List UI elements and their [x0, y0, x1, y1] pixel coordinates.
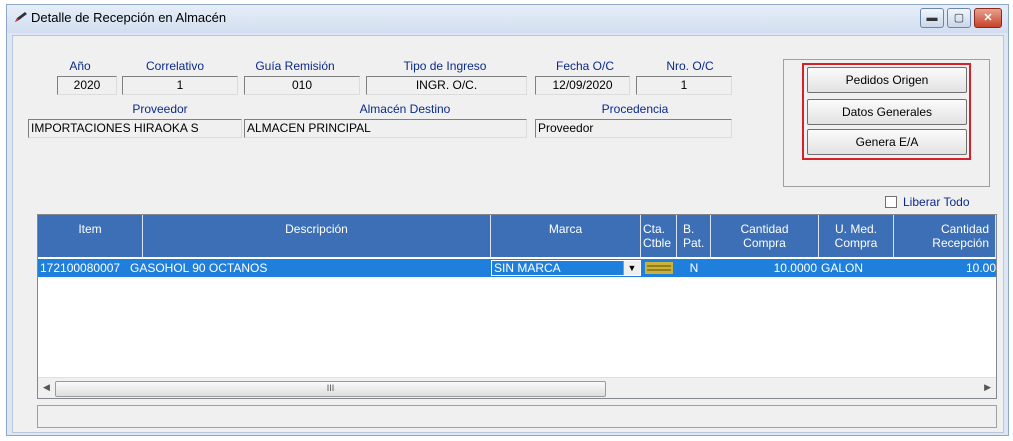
- anio-label: Año: [69, 59, 91, 73]
- column-header-descripcion[interactable]: Descripción: [143, 215, 491, 257]
- horizontal-scrollbar[interactable]: ◀ III ▶: [38, 377, 996, 398]
- nro-oc-field[interactable]: 1: [636, 76, 732, 95]
- fecha-oc-label: Fecha O/C: [555, 59, 615, 73]
- cell-cantidad-recepcion: 10.00: [965, 261, 996, 275]
- anio-field[interactable]: 2020: [57, 76, 117, 95]
- close-button[interactable]: ✕: [974, 8, 1002, 28]
- maximize-icon: ▢: [953, 12, 965, 24]
- close-icon: ✕: [983, 12, 993, 24]
- window-title: Detalle de Recepción en Almacén: [31, 10, 227, 25]
- tipo-ingreso-label: Tipo de Ingreso: [403, 59, 487, 73]
- proveedor-label: Proveedor: [132, 102, 188, 116]
- column-header-b-pat[interactable]: B. Pat.: [677, 215, 711, 257]
- scroll-right-icon[interactable]: ▶: [984, 382, 991, 393]
- cell-umed: GALON: [821, 261, 864, 275]
- liberar-todo-checkbox[interactable]: [885, 196, 897, 208]
- cell-item: 172100080007: [40, 261, 121, 275]
- almacen-destino-label: Almacén Destino: [359, 102, 451, 116]
- status-bar: [37, 405, 997, 428]
- liberar-todo-label[interactable]: Liberar Todo: [903, 195, 970, 209]
- column-header-item[interactable]: Item: [38, 215, 143, 257]
- correlativo-label: Correlativo: [145, 59, 205, 73]
- nro-oc-label: Nro. O/C: [666, 59, 714, 73]
- procedencia-label: Procedencia: [601, 102, 669, 116]
- minimize-icon: ▬: [926, 12, 938, 24]
- maximize-button[interactable]: ▢: [947, 8, 971, 28]
- correlativo-field[interactable]: 1: [122, 76, 238, 95]
- pedidos-origen-button[interactable]: Pedidos Origen: [807, 67, 967, 93]
- column-header-cantidad-compra[interactable]: Cantidad Compra: [711, 215, 819, 257]
- marca-value: SIN MARCA: [494, 261, 561, 275]
- column-header-marca[interactable]: Marca: [491, 215, 641, 257]
- tipo-ingreso-field[interactable]: INGR. O/C.: [366, 76, 527, 95]
- datos-generales-button[interactable]: Datos Generales: [807, 99, 967, 125]
- column-header-cantidad-recepcion[interactable]: Cantidad Recepción: [894, 215, 996, 257]
- genera-ea-button[interactable]: Genera E/A: [807, 129, 967, 155]
- almacen-destino-field[interactable]: ALMACEN PRINCIPAL: [244, 119, 527, 138]
- guia-remision-label: Guía Remisión: [255, 59, 335, 73]
- scroll-left-icon[interactable]: ◀: [43, 382, 50, 393]
- proveedor-field[interactable]: IMPORTACIONES HIRAOKA S: [28, 119, 242, 138]
- minimize-button[interactable]: ▬: [920, 8, 944, 28]
- account-lookup-icon[interactable]: [645, 262, 673, 274]
- scroll-thumb[interactable]: III: [55, 381, 606, 397]
- marca-dropdown[interactable]: SIN MARCA ▼: [491, 260, 641, 276]
- guia-remision-field[interactable]: 010: [244, 76, 360, 95]
- cell-cantidad-compra: 10.0000: [773, 261, 817, 275]
- column-header-umed-compra[interactable]: U. Med. Compra: [819, 215, 894, 257]
- cell-bpat: N: [689, 261, 699, 275]
- pencil-icon: [15, 12, 27, 22]
- chevron-down-icon[interactable]: ▼: [623, 261, 640, 275]
- table-row[interactable]: 172100080007 GASOHOL 90 OCTANOS SIN MARC…: [38, 259, 996, 277]
- procedencia-field[interactable]: Proveedor: [535, 119, 732, 138]
- fecha-oc-field[interactable]: 12/09/2020: [535, 76, 630, 95]
- items-grid[interactable]: Item Descripción Marca Cta. Ctble B. Pat. …: [37, 214, 997, 399]
- cell-descripcion: GASOHOL 90 OCTANOS: [130, 261, 268, 275]
- column-header-cta-ctble[interactable]: Cta. Ctble: [641, 215, 677, 257]
